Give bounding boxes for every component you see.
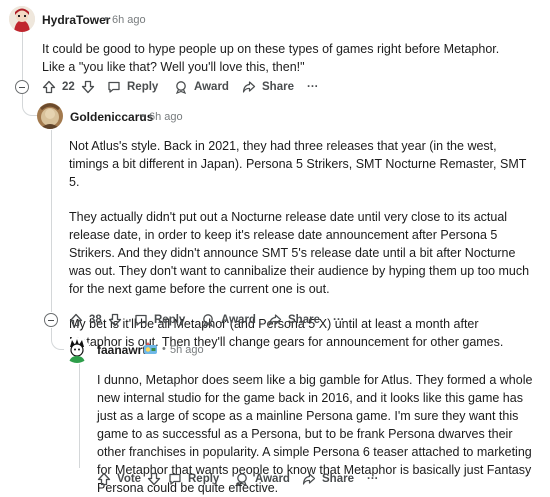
username[interactable]: HydraTower [42,13,110,27]
award-label: Award [255,473,290,485]
flair-emoji-icon [143,341,158,356]
reply-icon [107,80,121,94]
award-icon [174,80,188,94]
more-options-label: ··· [367,473,379,485]
thread-elbow-1 [22,94,38,116]
comment-paragraph: They actually didn't put out a Nocturne … [69,210,530,296]
thread-line-3 [79,364,80,468]
timestamp[interactable]: 6h ago [112,14,146,26]
vote-label: Vote [117,473,142,485]
collapse-button[interactable] [44,313,58,327]
downvote-icon[interactable] [81,80,95,94]
share-label: Share [288,314,320,326]
thread-line-2 [51,130,52,312]
vote-count: 22 [62,81,75,93]
share-button[interactable]: Share [242,76,294,98]
collapse-button[interactable] [15,80,29,94]
vote-count: 38 [89,314,102,326]
more-options-label: ··· [307,81,319,93]
reply-label: Reply [188,473,220,485]
upvote-icon[interactable] [42,80,56,94]
downvote-icon[interactable] [147,472,161,486]
downvote-icon[interactable] [108,313,122,327]
share-button[interactable]: Share [268,309,320,331]
avatar[interactable] [37,103,63,129]
award-icon [235,472,249,486]
avatar-hydratower-icon [9,6,35,32]
upvote-icon[interactable] [69,313,83,327]
timestamp[interactable]: 6h ago [149,111,183,123]
award-label: Award [194,81,229,93]
reply-label: Reply [127,81,159,93]
thread-line-1 [22,32,23,80]
thread-elbow-2 [51,328,65,350]
award-button[interactable]: Award [174,76,229,98]
share-label: Share [262,81,294,93]
reply-label: Reply [154,314,186,326]
more-options-button[interactable]: ··· [333,309,345,331]
reply-icon [168,472,182,486]
avatar[interactable] [9,6,35,32]
award-icon [201,313,215,327]
more-options-button[interactable]: ··· [307,76,319,98]
separator-dot: • [141,110,145,122]
comment-paragraph: Not Atlus's style. Back in 2021, they ha… [69,139,527,189]
award-label: Award [221,314,256,326]
separator-dot: • [104,13,108,25]
vote-group: 22 [42,76,95,98]
comment-paragraph: It could be good to hype people up on th… [42,42,500,74]
share-label: Share [322,473,354,485]
reply-button[interactable]: Reply [107,76,158,98]
reply-button[interactable]: Reply [134,309,185,331]
vote-group: 38 [69,309,122,331]
username[interactable]: faanawrt [97,343,146,357]
avatar-goldeniccarus-icon [37,103,63,129]
upvote-icon[interactable] [97,472,111,486]
award-button[interactable]: Award [201,309,256,331]
more-options-label: ··· [333,314,345,326]
share-icon [242,80,256,94]
share-icon [302,472,316,486]
share-icon [268,313,282,327]
comment-body: It could be good to hype people up on th… [42,40,512,76]
separator-dot: • [162,343,166,355]
avatar[interactable] [64,337,90,363]
avatar-faanawrt-icon [64,337,90,363]
timestamp[interactable]: 5h ago [170,344,204,356]
reply-icon [134,313,148,327]
